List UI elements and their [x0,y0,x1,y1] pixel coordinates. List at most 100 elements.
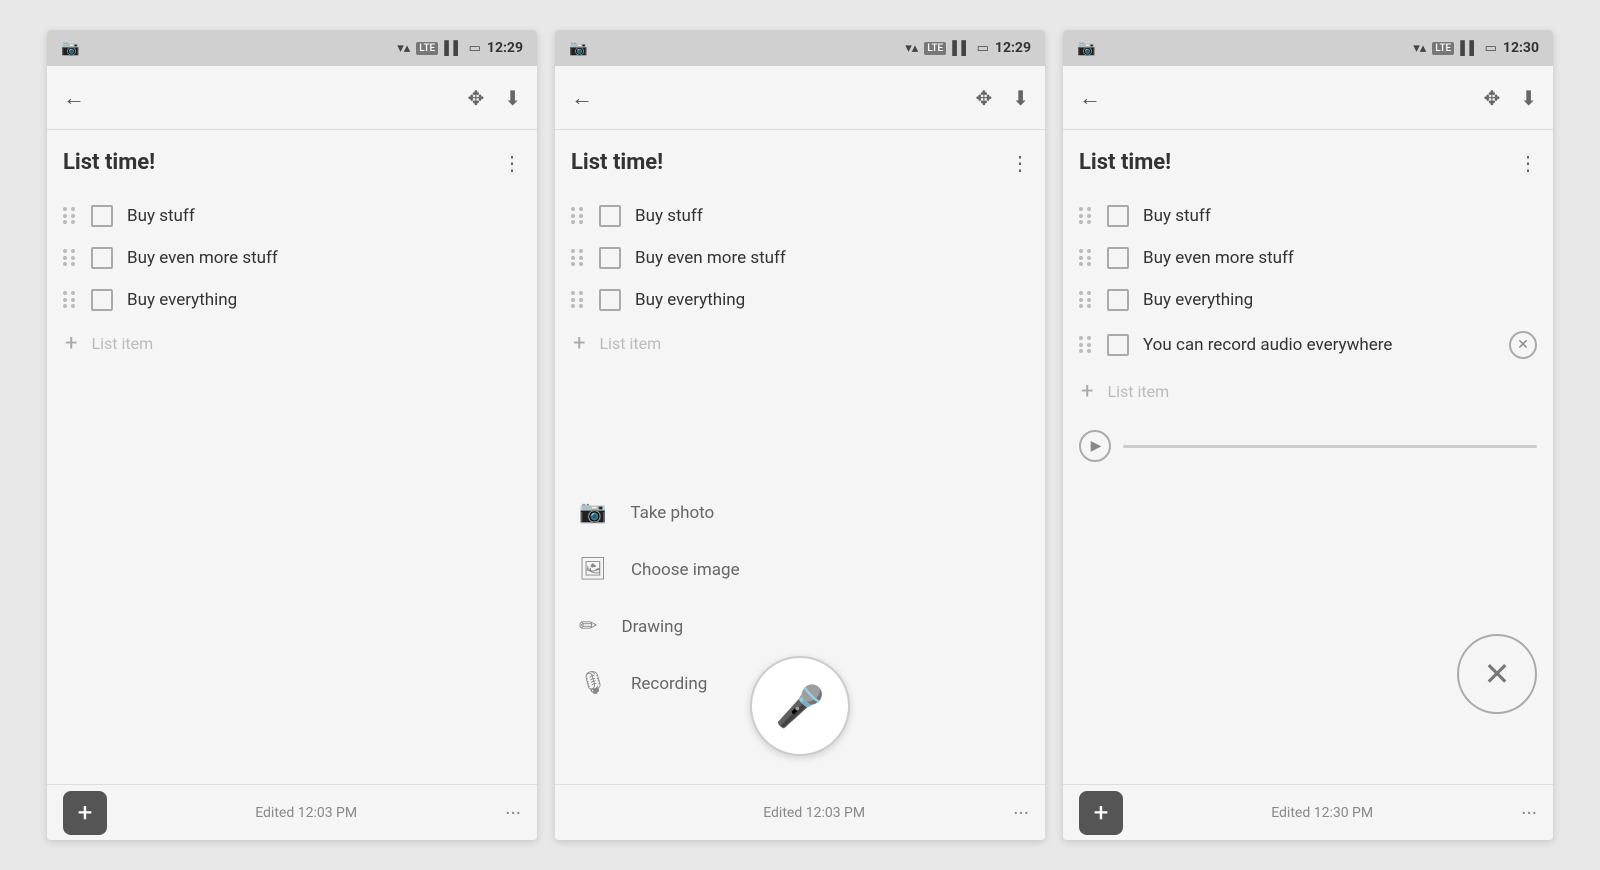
drag-handle-3-3[interactable] [1079,291,1093,309]
status-bar-right-1: ▾▴ LTE ▌▌ ▭ 12:29 [397,40,523,56]
close-fab[interactable]: ✕ [1457,634,1537,714]
drawing-menu-icon: ✏ [579,614,597,639]
lte-badge-2: LTE [924,42,946,55]
more-menu-button-1[interactable]: ⋮ [502,151,521,175]
toolbar-icons-1: ✥ ⬇ [467,86,521,110]
take-photo-label: Take photo [630,503,714,523]
screen-content-3: List time! ⋮ Buy stuff [1063,130,1553,784]
drag-handle-3-1[interactable] [1079,207,1093,225]
item-text-2-1: Buy stuff [635,206,1029,226]
item-text-3-3: Buy everything [1143,290,1537,310]
back-button-2[interactable]: ← [571,85,593,111]
status-bar-left-3: 📷 [1077,39,1096,57]
checkbox-1-3[interactable] [91,289,113,311]
footer-more-1[interactable]: ··· [505,801,521,825]
download-icon-3[interactable]: ⬇ [1520,86,1537,110]
more-menu-button-3[interactable]: ⋮ [1518,151,1537,175]
add-item-row-1[interactable]: + List item [63,321,521,366]
audio-progress-bar[interactable] [1123,445,1537,448]
add-item-row-2[interactable]: + List item [571,321,1029,366]
footer-more-3[interactable]: ··· [1521,801,1537,825]
battery-icon-2: ▭ [977,41,989,56]
back-button-3[interactable]: ← [1079,85,1101,111]
checkbox-3-2[interactable] [1107,247,1129,269]
status-bar-right-3: ▾▴ LTE ▌▌ ▭ 12:30 [1413,40,1539,56]
touch-icon-1[interactable]: ✥ [467,86,484,110]
mic-fab[interactable]: 🎤 [750,656,850,756]
screen-footer-1: + Edited 12:03 PM ··· [47,784,537,840]
drag-handle-2-1[interactable] [571,207,585,225]
item-text-1-1: Buy stuff [127,206,521,226]
status-bar-right-2: ▾▴ LTE ▌▌ ▭ 12:29 [905,40,1031,56]
item-text-1-3: Buy everything [127,290,521,310]
signal-icon-3: ▌▌ [1460,40,1478,56]
close-item-icon-3-4: ✕ [1517,338,1529,352]
drag-handle-3-4[interactable] [1079,336,1093,354]
list-item-1-2: Buy even more stuff [63,237,521,279]
download-icon-1[interactable]: ⬇ [504,86,521,110]
close-fab-icon: ✕ [1484,655,1511,693]
checkbox-2-1[interactable] [599,205,621,227]
drag-handle-1-1[interactable] [63,207,77,225]
item-text-2-2: Buy even more stuff [635,248,1029,268]
microphone-icon: 🎤 [775,683,825,730]
status-time-1: 12:29 [487,40,523,56]
list-header-2: List time! ⋮ [571,150,1029,175]
recording-menu-icon: 🎙 [579,671,607,696]
touch-icon-2[interactable]: ✥ [975,86,992,110]
add-button-3[interactable]: + [1079,791,1123,835]
list-header-1: List time! ⋮ [63,150,521,175]
drag-handle-1-2[interactable] [63,249,77,267]
menu-item-choose-image[interactable]: 🖼 Choose image [555,541,1045,598]
list-item-1-3: Buy everything [63,279,521,321]
item-text-1-2: Buy even more stuff [127,248,521,268]
add-item-placeholder-1: List item [91,334,153,353]
menu-item-take-photo[interactable]: 📷 Take photo [555,484,1045,541]
back-button-1[interactable]: ← [63,85,85,111]
more-menu-button-2[interactable]: ⋮ [1010,151,1029,175]
footer-edit-text-1: Edited 12:03 PM [255,805,357,821]
audio-player: ▶ [1079,414,1537,470]
checkbox-1-2[interactable] [91,247,113,269]
touch-icon-3[interactable]: ✥ [1483,86,1500,110]
lte-badge-1: LTE [416,42,438,55]
list-item-1-1: Buy stuff [63,195,521,237]
play-button[interactable]: ▶ [1079,430,1111,462]
add-item-placeholder-2: List item [599,334,661,353]
close-item-button-3-4[interactable]: ✕ [1509,331,1537,359]
wifi-icon-1: ▾▴ [397,41,410,56]
screens-container: 📷 ▾▴ LTE ▌▌ ▭ 12:29 ← ✥ ⬇ List time! ⋮ [27,10,1573,860]
screen-3: 📷 ▾▴ LTE ▌▌ ▭ 12:30 ← ✥ ⬇ List time! ⋮ [1063,30,1553,840]
screen-2: 📷 ▾▴ LTE ▌▌ ▭ 12:29 ← ✥ ⬇ List time! ⋮ [555,30,1045,840]
checkbox-3-3[interactable] [1107,289,1129,311]
camera-status-icon-1: 📷 [61,39,80,57]
checkbox-3-1[interactable] [1107,205,1129,227]
list-item-2-2: Buy even more stuff [571,237,1029,279]
screen-footer-3: + Edited 12:30 PM ··· [1063,784,1553,840]
status-bar-1: 📷 ▾▴ LTE ▌▌ ▭ 12:29 [47,30,537,66]
add-button-1[interactable]: + [63,791,107,835]
add-item-placeholder-3: List item [1107,382,1169,401]
footer-more-2[interactable]: ··· [1013,801,1029,825]
checkbox-1-1[interactable] [91,205,113,227]
camera-status-icon-3: 📷 [1077,39,1096,57]
menu-item-drawing[interactable]: ✏ Drawing [555,598,1045,655]
list-item-2-3: Buy everything [571,279,1029,321]
lte-badge-3: LTE [1432,42,1454,55]
drag-handle-1-3[interactable] [63,291,77,309]
footer-edit-text-2: Edited 12:03 PM [763,805,865,821]
add-item-row-3[interactable]: + List item [1079,369,1537,414]
drag-handle-2-2[interactable] [571,249,585,267]
signal-icon-2: ▌▌ [952,40,970,56]
status-bar-left-2: 📷 [569,39,588,57]
list-item-3-2: Buy even more stuff [1079,237,1537,279]
drag-handle-2-3[interactable] [571,291,585,309]
status-bar-2: 📷 ▾▴ LTE ▌▌ ▭ 12:29 [555,30,1045,66]
checkbox-2-2[interactable] [599,247,621,269]
camera-menu-icon: 📷 [579,500,606,525]
drag-handle-3-2[interactable] [1079,249,1093,267]
signal-icon-1: ▌▌ [444,40,462,56]
download-icon-2[interactable]: ⬇ [1012,86,1029,110]
checkbox-2-3[interactable] [599,289,621,311]
checkbox-3-4[interactable] [1107,334,1129,356]
